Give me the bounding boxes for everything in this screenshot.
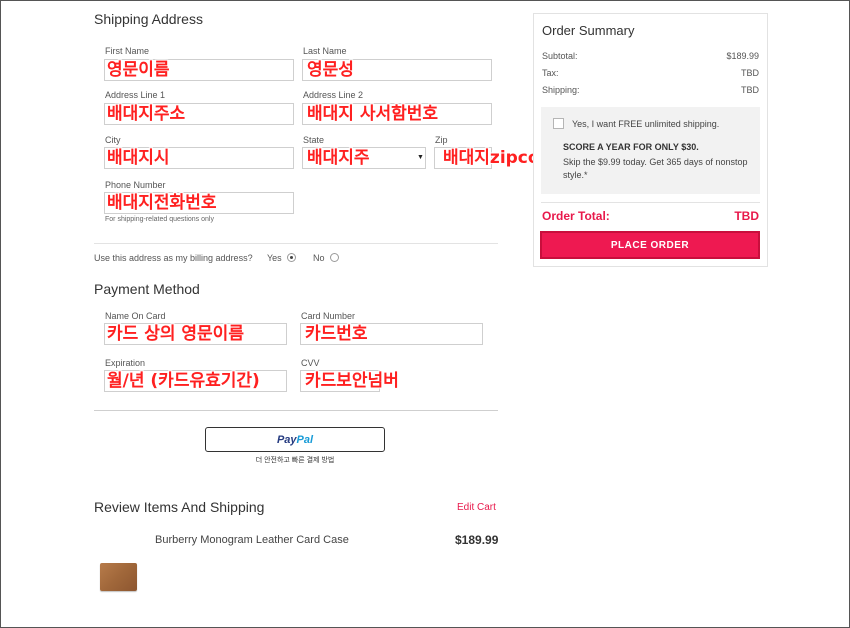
product-thumbnail[interactable] (100, 563, 137, 591)
address1-note: 배대지주소 (107, 104, 186, 124)
expiration-note: 월/년 (카드유효기간) (107, 371, 260, 391)
address1-label: Address Line 1 (105, 90, 166, 100)
tax-label: Tax: (542, 68, 559, 78)
subtotal-label: Subtotal: (542, 51, 578, 61)
chevron-down-icon: ▼ (417, 154, 424, 161)
first-name-label: First Name (105, 46, 150, 56)
divider (541, 202, 760, 203)
payment-method-title: Payment Method (94, 281, 200, 297)
tax-value: TBD (741, 68, 759, 78)
subtotal-value: $189.99 (726, 51, 759, 61)
name-on-card-note: 카드 상의 영문이름 (107, 324, 244, 344)
order-total-value: TBD (734, 209, 759, 223)
order-total-label: Order Total: (542, 209, 610, 223)
shipping-label: Shipping: (542, 85, 580, 95)
card-number-note: 카드번호 (305, 324, 368, 344)
expiration-label: Expiration (105, 358, 146, 368)
shipping-value: TBD (741, 85, 759, 95)
order-total-row: Order Total: TBD (542, 209, 759, 223)
address2-note: 배대지 사서함번호 (307, 104, 439, 124)
edit-cart-link[interactable]: Edit Cart (457, 502, 496, 513)
billing-no-radio[interactable] (330, 253, 339, 262)
last-name-note: 영문성 (307, 60, 354, 80)
zip-label: Zip (435, 135, 448, 145)
billing-no-label: No (313, 253, 325, 263)
phone-label: Phone Number (105, 180, 166, 190)
subtotal-row: Subtotal: $189.99 (542, 51, 759, 61)
free-shipping-label: Yes, I want FREE unlimited shipping. (572, 119, 720, 129)
paypal-logo-pay: Pay (276, 433, 297, 446)
divider (94, 410, 498, 411)
name-on-card-label: Name On Card (105, 311, 166, 321)
order-summary-panel: Order Summary Subtotal: $189.99 Tax: TBD… (533, 13, 768, 267)
order-summary-title: Order Summary (542, 23, 635, 38)
tax-row: Tax: TBD (542, 68, 759, 78)
free-shipping-promo: Yes, I want FREE unlimited shipping. SCO… (541, 107, 760, 194)
city-note: 배대지시 (107, 148, 170, 168)
address2-label: Address Line 2 (303, 90, 364, 100)
promo-headline: SCORE A YEAR FOR ONLY $30. (563, 142, 699, 152)
cvv-note: 카드보안넘버 (305, 371, 399, 391)
shipping-row: Shipping: TBD (542, 85, 759, 95)
state-label: State (303, 135, 325, 145)
card-number-label: Card Number (301, 311, 356, 321)
place-order-button[interactable]: PLACE ORDER (540, 231, 760, 259)
promo-text: Skip the $9.99 today. Get 365 days of no… (563, 157, 748, 180)
shipping-address-title: Shipping Address (94, 11, 203, 27)
item-price: $189.99 (455, 533, 499, 547)
phone-note: 배대지전화번호 (107, 193, 217, 213)
phone-hint: For shipping-related questions only (105, 216, 214, 223)
cvv-label: CVV (301, 358, 320, 368)
billing-yes-label: Yes (267, 253, 282, 263)
paypal-button[interactable]: Pay Pal (205, 427, 385, 452)
free-shipping-checkbox[interactable] (553, 118, 564, 129)
state-note: 배대지주 (307, 148, 370, 168)
review-items-title: Review Items And Shipping (94, 499, 265, 515)
city-label: City (105, 135, 121, 145)
billing-question: Use this address as my billing address? (94, 253, 253, 263)
first-name-note: 영문이름 (107, 60, 170, 80)
paypal-logo-pal: Pal (296, 433, 314, 446)
item-name: Burberry Monogram Leather Card Case (155, 534, 349, 546)
divider (94, 243, 498, 244)
last-name-label: Last Name (303, 46, 347, 56)
paypal-caption: 더 안전하고 빠른 결제 방법 (255, 457, 335, 464)
billing-yes-radio[interactable] (287, 253, 296, 262)
